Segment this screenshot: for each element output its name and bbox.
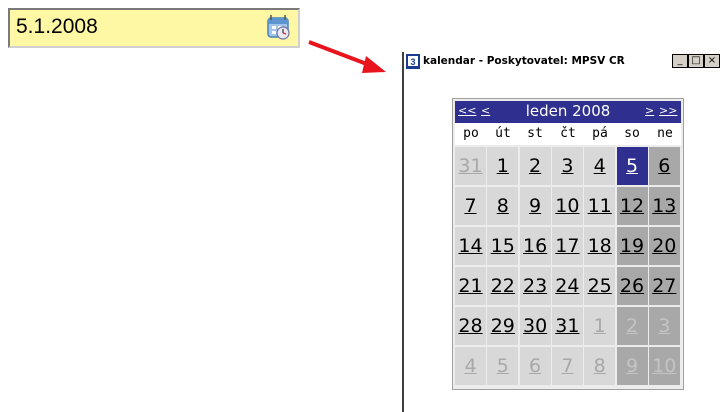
next-year-link[interactable]: >> [659,104,677,117]
day-cell[interactable]: 9 [616,347,648,385]
prev-year-link[interactable]: << [458,104,476,117]
maximize-button[interactable]: □ [688,54,704,68]
day-cell[interactable]: 1 [584,307,616,345]
day-cell[interactable]: 2 [616,307,648,345]
day-cell[interactable]: 9 [519,187,551,225]
day-cell[interactable]: 22 [487,267,519,305]
calendar-header: << < leden 2008 > >> [455,101,681,123]
day-cell[interactable]: 1 [487,147,519,185]
weekday-label: st [527,126,543,141]
date-value: 5.1.2008 [16,15,98,38]
window-titlebar[interactable]: 3 kalendar - Poskytovatel: MPSV CR _ □ × [404,52,723,72]
next-month-link[interactable]: > [645,104,654,117]
day-cell[interactable]: 23 [519,267,551,305]
day-cell[interactable]: 6 [519,347,551,385]
date-input[interactable]: 5.1.2008 [8,8,300,48]
day-cell[interactable]: 18 [584,227,616,265]
day-cell[interactable]: 8 [487,187,519,225]
weekday-label: ne [657,126,673,141]
weekday-label: út [495,126,511,141]
day-cell[interactable]: 11 [584,187,616,225]
weekday-header: po út st čt pá so ne [455,123,681,145]
day-cell[interactable]: 24 [551,267,583,305]
day-cell[interactable]: 31 [551,307,583,345]
window-title: kalendar - Poskytovatel: MPSV CR [423,55,625,67]
day-cell[interactable]: 2 [519,147,551,185]
day-cell[interactable]: 21 [455,267,486,305]
day-cell[interactable]: 31 [455,147,486,185]
day-grid: 31 1 2 3 4 5 6 7 8 9 10 11 12 13 14 15 16 17 18 19 20 21 22 23 2… [455,147,681,387]
prev-month-link[interactable]: < [481,104,490,117]
weekday-label: pá [592,126,608,141]
day-cell[interactable]: 7 [455,187,486,225]
day-cell[interactable]: 10 [648,347,680,385]
day-cell[interactable]: 4 [584,147,616,185]
calendar-window: 3 kalendar - Poskytovatel: MPSV CR _ □ ×… [402,52,723,412]
day-cell[interactable]: 19 [616,227,648,265]
day-cell[interactable]: 20 [648,227,680,265]
day-cell[interactable]: 14 [455,227,486,265]
selected-day-cell[interactable]: 5 [616,147,648,185]
day-cell[interactable]: 30 [519,307,551,345]
day-cell[interactable]: 15 [487,227,519,265]
app-icon: 3 [406,54,420,69]
close-button[interactable]: × [704,54,720,68]
day-cell[interactable]: 17 [551,227,583,265]
day-cell[interactable]: 25 [584,267,616,305]
day-cell[interactable]: 27 [648,267,680,305]
day-cell[interactable]: 5 [487,347,519,385]
day-cell[interactable]: 12 [616,187,648,225]
pointer-arrow [308,40,386,73]
calendar-icon[interactable] [262,13,294,43]
day-cell[interactable]: 6 [648,147,680,185]
day-cell[interactable]: 16 [519,227,551,265]
day-cell[interactable]: 3 [551,147,583,185]
day-cell[interactable]: 29 [487,307,519,345]
day-cell[interactable]: 3 [648,307,680,345]
minimize-button[interactable]: _ [672,54,688,68]
day-cell[interactable]: 7 [551,347,583,385]
weekday-label: čt [560,126,576,141]
day-cell[interactable]: 26 [616,267,648,305]
calendar-widget: << < leden 2008 > >> po út st čt pá so n… [452,98,684,390]
day-cell[interactable]: 4 [455,347,486,385]
day-cell[interactable]: 8 [584,347,616,385]
day-cell[interactable]: 13 [648,187,680,225]
day-cell[interactable]: 10 [551,187,583,225]
weekday-label: po [463,126,479,141]
weekday-label: so [624,126,640,141]
svg-text:3: 3 [410,57,415,67]
day-cell[interactable]: 28 [455,307,486,345]
